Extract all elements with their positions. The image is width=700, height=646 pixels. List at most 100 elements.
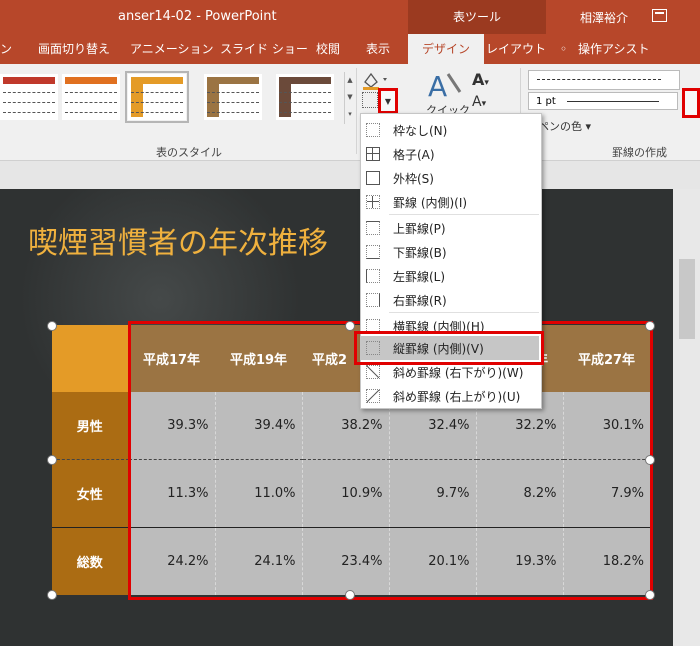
menu-item-left-border[interactable]: 左罫線(L): [361, 264, 539, 288]
slide-workspace-top: [0, 161, 700, 189]
resize-handle[interactable]: [645, 321, 655, 331]
borders-dropdown-button[interactable]: ▼: [378, 88, 398, 114]
menu-item-label: 上罫線(P): [393, 222, 446, 236]
thumb-header: [3, 77, 55, 84]
lightbulb-icon[interactable]: ◦: [560, 34, 567, 64]
menu-item-diagonal-up[interactable]: 斜め罫線 (右上がり)(U): [361, 384, 539, 408]
thumb-line: [207, 92, 259, 93]
row-header-cell[interactable]: 女性: [52, 459, 128, 528]
quick-styles-button[interactable]: A クイック: [424, 70, 470, 117]
menu-item-top-border[interactable]: 上罫線(P): [361, 216, 539, 240]
menu-item-label: 罫線 (内側)(I): [393, 196, 468, 210]
vertical-scrollbar[interactable]: [673, 189, 700, 646]
tab-animations[interactable]: アニメーション: [130, 34, 214, 64]
pen-weight-value: 1 pt: [536, 96, 556, 107]
shading-button[interactable]: [361, 70, 391, 90]
thumb-line: [279, 102, 331, 103]
resize-handle[interactable]: [345, 321, 355, 331]
wordart-a-icon: A: [428, 70, 462, 103]
table-style-thumb-1[interactable]: [0, 74, 58, 120]
tab-transitions[interactable]: 画面切り替え: [38, 34, 110, 64]
thumb-line: [65, 102, 117, 103]
group-label-table-styles: 表のスタイル: [156, 146, 222, 159]
context-tab-label: 表ツール: [452, 10, 501, 24]
group-label-draw-borders: 罫線の作成: [612, 146, 667, 159]
thumb-line: [3, 92, 55, 93]
resize-handle[interactable]: [47, 455, 57, 465]
menu-item-inside-borders[interactable]: 罫線 (内側)(I): [361, 190, 539, 214]
thumb-line: [207, 112, 259, 113]
thumb-line: [279, 92, 331, 93]
thumb-first-column: [207, 77, 219, 117]
thumb-line: [3, 102, 55, 103]
menu-item-label: 斜め罫線 (右下がり)(W): [393, 366, 524, 380]
ribbon-tabs: ン 画面切り替え アニメーション スライド ショー 校閲 表示 デザイン レイア…: [0, 34, 700, 64]
tell-me-search[interactable]: 操作アシスト: [578, 34, 650, 64]
table-style-thumb-5[interactable]: [276, 74, 334, 120]
diagonal-up-icon: [366, 389, 380, 403]
outside-borders-icon: [366, 171, 380, 185]
no-border-icon: [366, 123, 380, 137]
menu-item-outside-borders[interactable]: 外枠(S): [361, 166, 539, 190]
table-style-thumb-3[interactable]: [125, 71, 189, 123]
menu-item-right-border[interactable]: 右罫線(R): [361, 288, 539, 312]
borders-icon[interactable]: [362, 92, 378, 108]
ribbon-display-icon[interactable]: [652, 9, 667, 22]
title-bar: anser14-02 - PowerPoint 表ツール 相澤裕介: [0, 0, 700, 34]
text-outline-icon[interactable]: A▾: [472, 94, 486, 110]
svg-text:A: A: [428, 70, 447, 100]
text-fill-icon[interactable]: A▾: [472, 70, 489, 89]
menu-item-no-border[interactable]: 枠なし(N): [361, 118, 539, 142]
menu-item-label: 格子(A): [393, 148, 435, 162]
table-style-thumb-2[interactable]: [62, 74, 120, 120]
all-borders-icon: [366, 147, 380, 161]
tab-table-design[interactable]: デザイン: [408, 34, 485, 64]
table-style-thumb-4[interactable]: [204, 74, 262, 120]
row-header-cell[interactable]: 総数: [52, 527, 128, 595]
resize-handle[interactable]: [645, 590, 655, 600]
menu-highlight-box: [354, 331, 544, 365]
thumb-first-column: [279, 77, 291, 117]
style-gallery-scroller[interactable]: ▲ ▼ ▾: [344, 72, 355, 124]
scrollbar-thumb[interactable]: [679, 259, 695, 339]
menu-item-label: 右罫線(R): [393, 294, 447, 308]
tab-review[interactable]: 校閲: [316, 34, 340, 64]
pen-color-button[interactable]: ペンの色 ▾: [538, 118, 591, 134]
gallery-down-icon[interactable]: ▼: [345, 89, 355, 106]
gallery-up-icon[interactable]: ▲: [345, 72, 355, 89]
thumb-line: [65, 112, 117, 113]
pen-weight-select[interactable]: 1 pt: [528, 92, 678, 110]
thumb-line: [131, 92, 183, 93]
user-name[interactable]: 相澤裕介: [580, 9, 628, 26]
gallery-more-icon[interactable]: ▾: [345, 106, 355, 123]
diagonal-down-icon: [366, 365, 380, 379]
row-header-cell[interactable]: 男性: [52, 392, 128, 460]
bottom-border-icon: [366, 245, 380, 259]
pen-color-label: ペンの色: [538, 120, 582, 133]
menu-item-bottom-border[interactable]: 下罫線(B): [361, 240, 539, 264]
thumb-header: [65, 77, 117, 84]
tab-view[interactable]: 表示: [366, 34, 390, 64]
table-corner-cell[interactable]: [52, 325, 128, 392]
draw-table-button[interactable]: [682, 88, 700, 118]
menu-item-all-borders[interactable]: 格子(A): [361, 142, 539, 166]
thumb-line: [131, 102, 183, 103]
slide-title[interactable]: 喫煙習慣者の年次推移: [28, 218, 368, 262]
document-title: anser14-02 - PowerPoint: [118, 9, 277, 24]
tab-design-partial[interactable]: ン: [0, 34, 12, 64]
menu-item-label: 枠なし(N): [393, 124, 448, 138]
resize-handle[interactable]: [645, 455, 655, 465]
context-tab-group: 表ツール: [408, 0, 546, 34]
menu-separator: [389, 312, 539, 313]
pen-style-select[interactable]: [528, 70, 680, 90]
group-separator: [356, 68, 357, 154]
thumb-line: [207, 102, 259, 103]
resize-handle[interactable]: [47, 321, 57, 331]
resize-handle[interactable]: [345, 590, 355, 600]
left-border-icon: [366, 269, 380, 283]
right-border-icon: [366, 293, 380, 307]
tab-slideshow[interactable]: スライド ショー: [220, 34, 308, 64]
tab-table-layout[interactable]: レイアウト: [486, 34, 546, 64]
menu-item-label: 斜め罫線 (右上がり)(U): [393, 390, 521, 404]
resize-handle[interactable]: [47, 590, 57, 600]
